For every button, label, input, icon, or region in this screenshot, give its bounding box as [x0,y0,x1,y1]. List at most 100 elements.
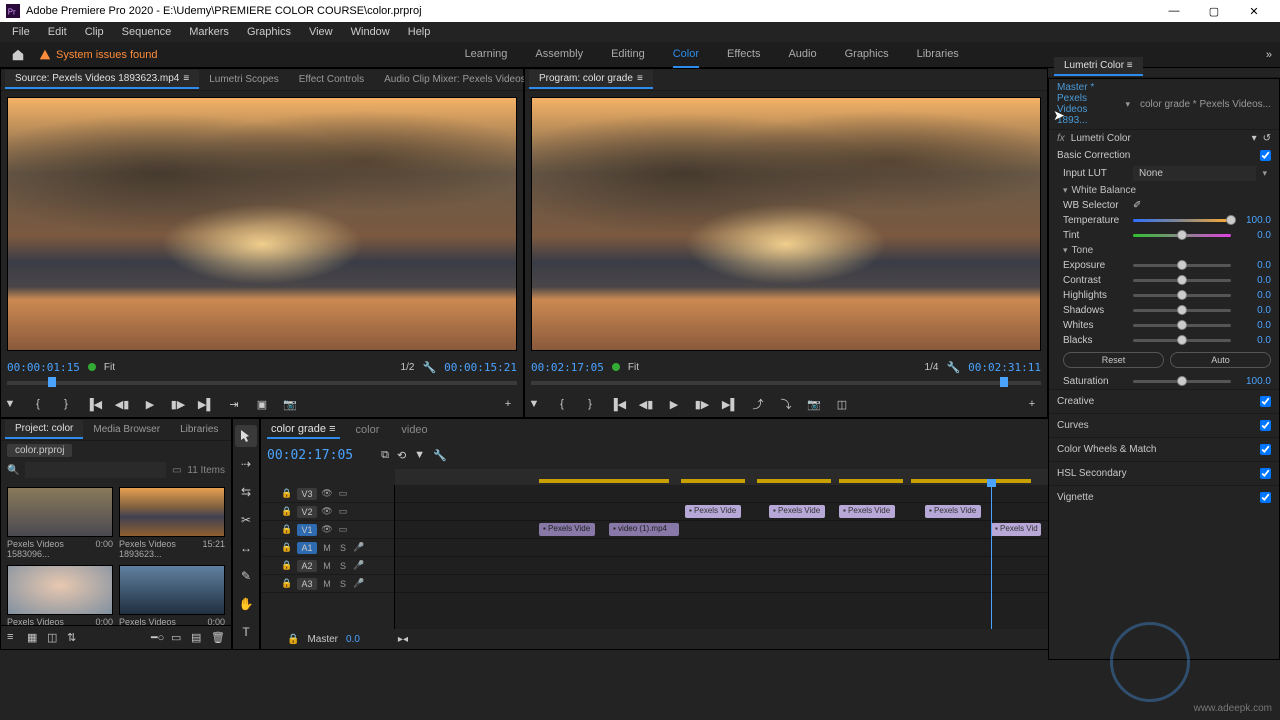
lumetri-section-curves[interactable]: Curves [1049,413,1279,437]
go-in-button[interactable]: ▐◀ [609,395,627,413]
program-fit-dropdown[interactable]: Fit [628,362,639,373]
source-fit-dropdown[interactable]: Fit [104,362,115,373]
hamburger-icon[interactable]: ≡ [637,73,643,84]
project-thumb[interactable]: Pexels Videos 1959209...0:00 [7,565,113,625]
lumetri-section-creative[interactable]: Creative [1049,389,1279,413]
work-area-bar[interactable] [839,479,903,483]
work-area-bar[interactable] [539,479,669,483]
fx-badge-icon[interactable]: fx [1057,133,1065,144]
program-preview[interactable] [531,97,1041,351]
menu-view[interactable]: View [301,24,341,40]
tone-header[interactable]: ▾Tone [1049,243,1279,258]
workspace-libraries[interactable]: Libraries [917,42,959,68]
mark-in-button[interactable]: { [29,395,47,413]
sequence-tab[interactable]: color [350,422,386,438]
menu-clip[interactable]: Clip [77,24,112,40]
chevron-down-icon[interactable]: ▾ [1125,99,1130,110]
lumetri-section-hsl-secondary[interactable]: HSL Secondary [1049,461,1279,485]
audio-track-header[interactable]: 🔒A2MS🎤 [261,557,394,575]
program-scrubber[interactable] [531,377,1041,391]
workspace-editing[interactable]: Editing [611,42,645,68]
basic-correction-header[interactable]: Basic Correction [1049,147,1279,164]
blacks-slider[interactable] [1133,339,1231,342]
tab-lumetri-color[interactable]: Lumetri Color ≡ [1054,57,1143,76]
lock-icon[interactable]: 🔒 [281,578,293,589]
workspace-effects[interactable]: Effects [727,42,760,68]
master-value[interactable]: 0.0 [346,634,360,645]
workspace-color[interactable]: Color [673,42,699,68]
mark-out-button[interactable]: } [57,395,75,413]
video-track-header[interactable]: 🔒V1👁▭ [261,521,394,539]
track-label[interactable]: V3 [297,488,317,500]
new-item-button[interactable]: ▤ [191,631,205,645]
reset-button[interactable]: Reset [1063,352,1164,368]
window-close-button[interactable]: ✕ [1234,0,1274,22]
button-editor[interactable]: + [499,395,517,413]
project-search-input[interactable] [25,462,165,478]
slip-tool[interactable]: ↔ [235,537,257,559]
sync-lock-icon[interactable]: ▭ [337,506,349,517]
new-bin-button[interactable]: ▭ [171,631,185,645]
lock-icon[interactable]: 🔒 [281,506,293,517]
lumetri-section-color-wheels-&-match[interactable]: Color Wheels & Match [1049,437,1279,461]
section-toggle[interactable] [1260,396,1271,407]
delete-button[interactable]: 🗑 [211,631,225,645]
video-clip[interactable]: ▪ Pexels Vide [685,505,741,518]
selection-tool[interactable] [235,425,257,447]
solo-icon[interactable]: S [337,579,349,589]
voiceover-icon[interactable]: 🎤 [353,578,365,589]
timeline-timecode[interactable]: 00:02:17:05 [267,448,353,463]
work-area-bar[interactable] [911,479,1031,483]
sync-lock-icon[interactable]: ▭ [337,524,349,535]
lock-icon[interactable]: 🔒 [281,488,293,499]
go-in-button[interactable]: ▐◀ [85,395,103,413]
project-thumb[interactable]: Pexels Videos 1893623...15:21 [119,487,225,559]
solo-icon[interactable]: S [337,561,349,571]
mark-in-button[interactable]: { [553,395,571,413]
mute-icon[interactable]: M [321,561,333,571]
mute-icon[interactable]: M [321,579,333,589]
lumetri-section-vignette[interactable]: Vignette [1049,485,1279,509]
track-select-tool[interactable]: ⇢ [235,453,257,475]
ripple-edit-tool[interactable]: ⇆ [235,481,257,503]
workspace-learning[interactable]: Learning [465,42,508,68]
whites-slider[interactable] [1133,324,1231,327]
sequence-tab[interactable]: video [395,422,433,438]
hand-tool[interactable]: ✋ [235,593,257,615]
saturation-slider[interactable] [1133,380,1231,383]
add-marker-button[interactable]: ▼ [1,395,19,413]
play-button[interactable]: ▶ [141,395,159,413]
home-button[interactable] [8,46,28,64]
tint-slider[interactable] [1133,234,1231,237]
mute-icon[interactable]: M [321,543,333,553]
zoom-slider[interactable]: ━○ [151,631,165,645]
add-marker-button[interactable]: ▼ [414,449,425,462]
comparison-view-button[interactable]: ◫ [833,395,851,413]
video-clip[interactable]: ▪ Pexels Vide [925,505,981,518]
white-balance-header[interactable]: ▾White Balance [1049,183,1279,198]
audio-track-header[interactable]: 🔒A1MS🎤 [261,539,394,557]
work-area-bar[interactable] [757,479,831,483]
slider-value[interactable]: 0.0 [1237,260,1271,271]
tab-source[interactable]: Source: Pexels Videos 1893623.mp4≡ [5,70,199,89]
button-editor[interactable]: + [1023,395,1041,413]
eyedropper-icon[interactable]: ✐ [1133,200,1141,211]
wrench-icon[interactable]: 🔧 [422,361,436,374]
toggle-output-icon[interactable]: 👁 [321,506,333,517]
slider-value[interactable]: 0.0 [1237,275,1271,286]
slider-value[interactable]: 0.0 [1237,230,1271,241]
step-forward-button[interactable]: ▮▶ [169,395,187,413]
workspace-audio[interactable]: Audio [788,42,816,68]
tab-libraries[interactable]: Libraries [170,421,228,438]
export-frame-button[interactable]: 📷 [281,395,299,413]
toggle-output-icon[interactable]: 👁 [321,524,333,535]
go-out-button[interactable]: ▶▌ [721,395,739,413]
track-label[interactable]: V1 [297,524,317,536]
tab-project[interactable]: Project: color [5,420,83,439]
export-frame-button[interactable]: 📷 [805,395,823,413]
workspace-graphics[interactable]: Graphics [845,42,889,68]
work-area-bar[interactable] [681,479,745,483]
section-toggle[interactable] [1260,492,1271,503]
slider-value[interactable]: 0.0 [1237,335,1271,346]
input-lut-dropdown[interactable]: None [1133,166,1256,181]
